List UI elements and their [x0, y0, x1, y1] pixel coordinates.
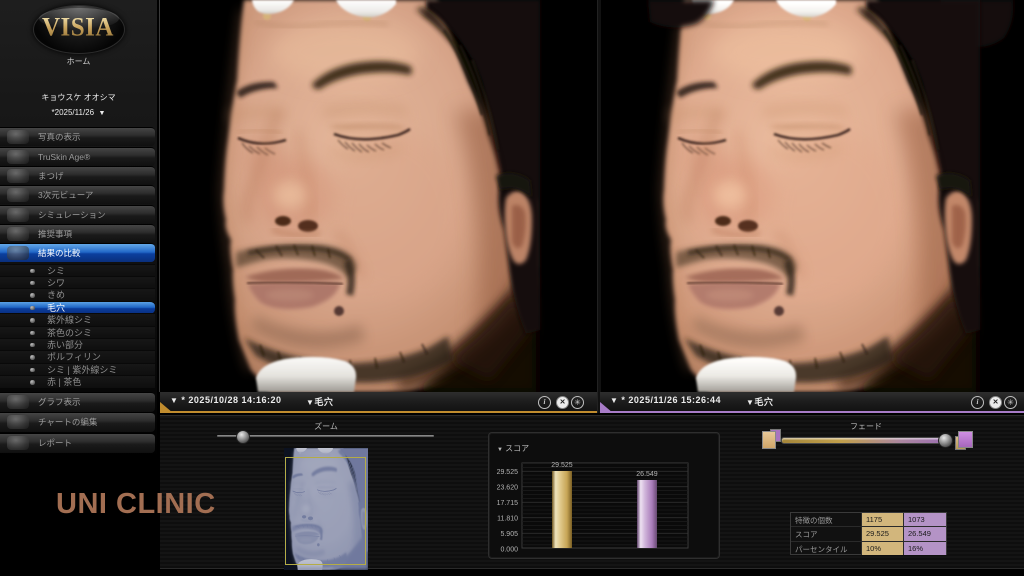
svg-text:29.525: 29.525 — [497, 469, 519, 476]
svg-text:29.525: 29.525 — [551, 462, 573, 469]
svg-text:17.715: 17.715 — [497, 500, 519, 507]
svg-text:5.905: 5.905 — [500, 531, 518, 538]
svg-text:26.549: 26.549 — [636, 471, 658, 478]
svg-text:23.620: 23.620 — [497, 485, 519, 492]
svg-text:0.000: 0.000 — [500, 547, 518, 554]
svg-text:11.810: 11.810 — [497, 516, 518, 523]
